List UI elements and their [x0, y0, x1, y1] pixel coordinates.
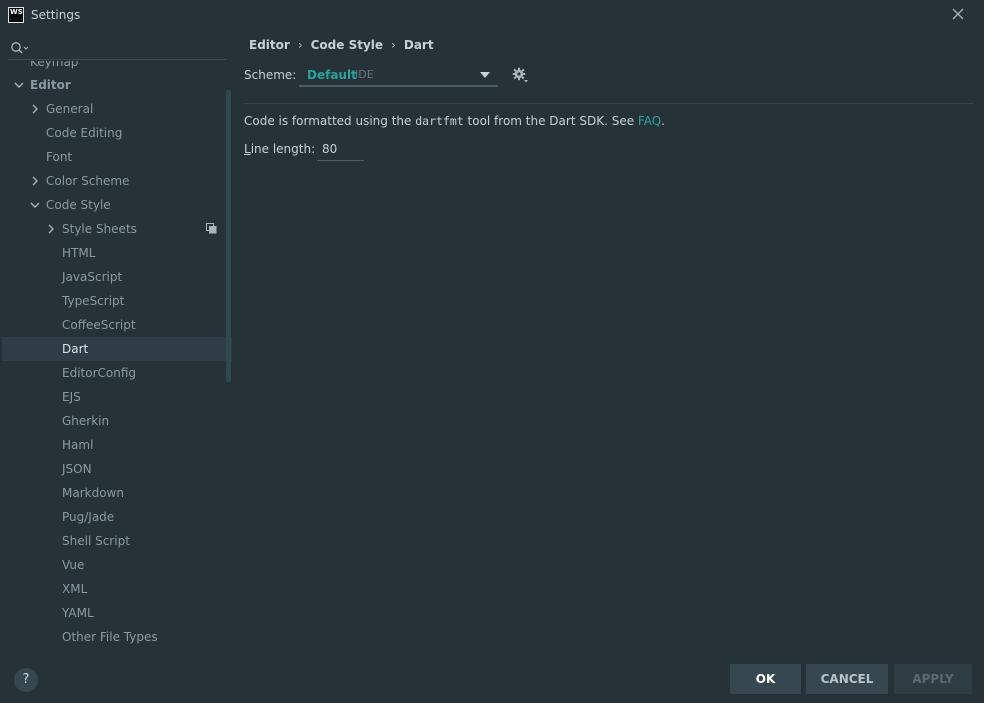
scheme-value: Default	[307, 68, 357, 82]
tree-item-label: Dart	[62, 342, 89, 356]
tree-item-label: General	[46, 102, 94, 116]
tree-item-label: Haml	[62, 438, 94, 452]
tree-item-label: Pug/Jade	[62, 510, 115, 524]
copy-scheme-icon	[206, 223, 217, 234]
tree-item-label: Vue	[62, 558, 85, 572]
tree-item-label: Font	[46, 150, 73, 164]
tree-item-label: Editor	[30, 78, 71, 92]
chevron-right-icon[interactable]	[30, 176, 40, 186]
tree-item-label: EJS	[62, 390, 81, 404]
tree-item-general[interactable]: General	[0, 97, 232, 121]
tree-item-ejs[interactable]: EJS	[0, 385, 232, 409]
tree-item-haml[interactable]: Haml	[0, 433, 232, 457]
chevron-right-icon[interactable]	[46, 224, 56, 234]
search-icon[interactable]	[10, 41, 30, 55]
line-length-label-text: ine length:	[250, 142, 316, 156]
chevron-down-icon[interactable]	[14, 80, 24, 90]
tree-item-editorconfig[interactable]: EditorConfig	[0, 361, 232, 385]
tree-item-javascript[interactable]: JavaScript	[0, 265, 232, 289]
dartfmt-tool-name: dartfmt	[415, 114, 464, 128]
tree-item-label: JSON	[62, 462, 92, 476]
tree-item-code-style[interactable]: Code Style	[0, 193, 232, 217]
tree-item-shell-script[interactable]: Shell Script	[0, 529, 232, 553]
tree-item-coffeescript[interactable]: CoffeeScript	[0, 313, 232, 337]
tree-item-gherkin[interactable]: Gherkin	[0, 409, 232, 433]
cancel-button[interactable]: CANCEL	[806, 664, 888, 694]
tree-item-label: XML	[62, 582, 88, 596]
title-bar: WS Settings	[0, 0, 984, 30]
line-length-input[interactable]	[317, 137, 364, 161]
breadcrumb: Editor › Code Style › Dart	[249, 38, 434, 52]
apply-button[interactable]: APPLY	[894, 664, 972, 694]
tree-item-markdown[interactable]: Markdown	[0, 481, 232, 505]
scheme-dropdown[interactable]: Default IDE	[299, 64, 498, 87]
tree-item-label: Other File Types	[62, 630, 158, 644]
tree-item-label: TypeScript	[62, 294, 125, 308]
description-suffix: tool from the Dart SDK. See	[463, 114, 638, 128]
tree-item-json[interactable]: JSON	[0, 457, 232, 481]
tree-item-label: Shell Script	[62, 534, 130, 548]
description-end: .	[661, 114, 665, 128]
tree-item-label: HTML	[62, 246, 96, 260]
tree-item-xml[interactable]: XML	[0, 577, 232, 601]
tree-item-yaml[interactable]: YAML	[0, 601, 232, 625]
tree-item-pug-jade[interactable]: Pug/Jade	[0, 505, 232, 529]
settings-content: Editor › Code Style › Dart Scheme: Defau…	[232, 30, 984, 703]
tree-item-vue[interactable]: Vue	[0, 553, 232, 577]
breadcrumb-item: Code Style	[310, 38, 384, 52]
tree-item-label: Code Editing	[46, 126, 123, 140]
faq-link[interactable]: FAQ	[638, 114, 661, 128]
tree-item-style-sheets[interactable]: Style Sheets	[0, 217, 232, 241]
line-length-mnemonic: L	[244, 142, 251, 156]
scheme-label: Scheme:	[244, 68, 297, 82]
breadcrumb-separator: ›	[297, 38, 303, 52]
tree-item-label: Color Scheme	[46, 174, 130, 188]
breadcrumb-item: Dart	[403, 38, 434, 52]
breadcrumb-separator: ›	[391, 38, 396, 52]
close-icon[interactable]	[950, 6, 966, 22]
window-title: Settings	[31, 8, 81, 22]
tree-item-label: Style Sheets	[62, 222, 137, 236]
sidebar-scrollbar[interactable]	[226, 90, 231, 382]
tree-item-label: Keymap	[30, 61, 79, 69]
tree-item-editor[interactable]: Editor	[0, 73, 232, 97]
tree-item-dart[interactable]: Dart	[2, 337, 232, 361]
tree-item-font[interactable]: Font	[0, 145, 232, 169]
logo-text: WS	[10, 8, 23, 16]
tree-item-label: Gherkin	[62, 414, 110, 428]
search-input[interactable]	[32, 38, 222, 58]
tree-item-typescript[interactable]: TypeScript	[0, 289, 232, 313]
dartfmt-description: Code is formatted using the dartfmt tool…	[244, 114, 665, 128]
line-length-label: Line length:	[244, 142, 315, 156]
tree-item-keymap-partial[interactable]: Keymap	[0, 61, 232, 73]
ok-button[interactable]: OK	[730, 664, 801, 694]
divider	[244, 103, 973, 104]
scheme-level: IDE	[355, 68, 374, 81]
dropdown-arrow-icon	[480, 72, 490, 78]
gear-icon[interactable]	[512, 67, 529, 84]
tree-item-label: Code Style	[46, 198, 111, 212]
tree-item-label: Markdown	[62, 486, 124, 500]
tree-item-color-scheme[interactable]: Color Scheme	[0, 169, 232, 193]
breadcrumb-item: Editor	[249, 38, 290, 52]
tree-item-code-editing[interactable]: Code Editing	[0, 121, 232, 145]
search-box[interactable]	[8, 36, 227, 60]
tree-item-label: JavaScript	[62, 270, 123, 284]
description-prefix: Code is formatted using the	[244, 114, 416, 128]
tree-item-html[interactable]: HTML	[0, 241, 232, 265]
help-button[interactable]: ?	[14, 668, 38, 692]
tree-item-label: YAML	[62, 606, 94, 620]
webstorm-logo-icon: WS	[8, 7, 24, 23]
tree-item-label: EditorConfig	[62, 366, 137, 380]
settings-tree: Keymap Editor General Code Editing Font Colo…	[0, 61, 232, 661]
tree-item-other-file-types[interactable]: Other File Types	[0, 625, 232, 649]
chevron-down-icon[interactable]	[30, 200, 40, 210]
chevron-right-icon[interactable]	[30, 104, 40, 114]
settings-sidebar: Keymap Editor General Code Editing Font Colo…	[0, 30, 232, 703]
tree-item-label: CoffeeScript	[62, 318, 136, 332]
